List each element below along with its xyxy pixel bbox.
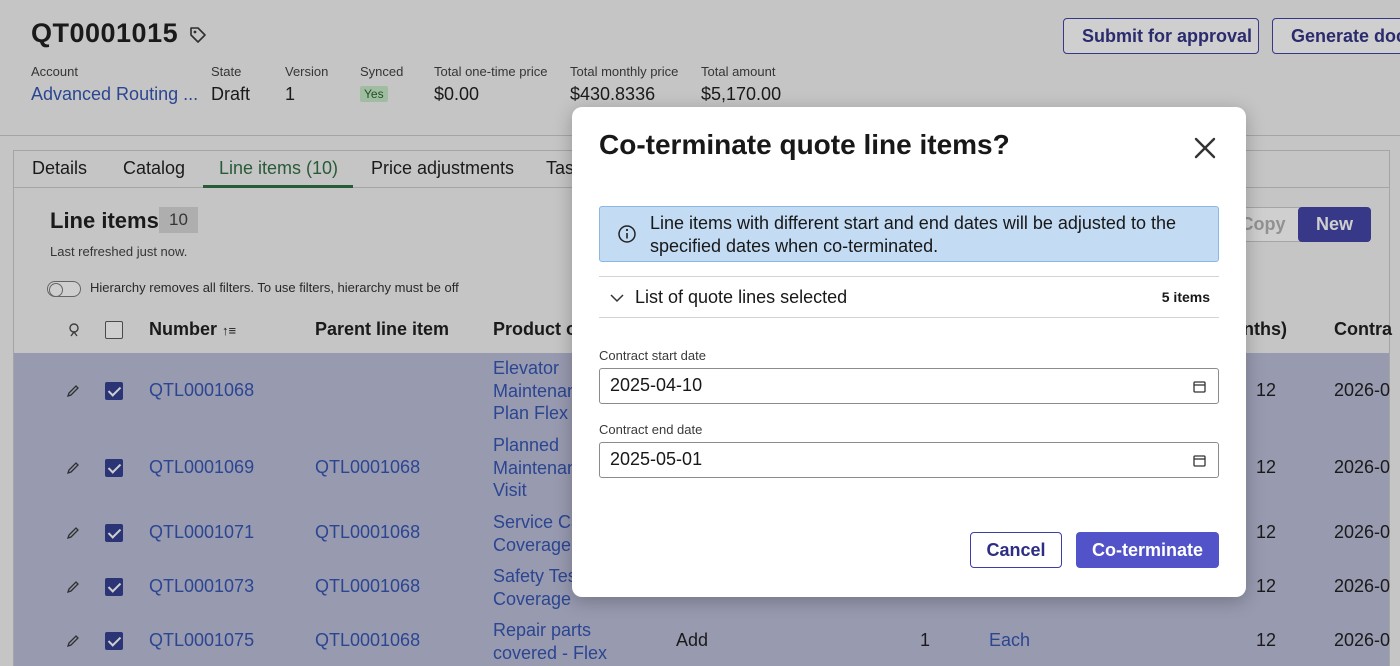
co-terminate-button[interactable]: Co-terminate bbox=[1076, 532, 1219, 568]
contract-end-date-value: 2025-05-01 bbox=[610, 449, 703, 469]
contract-start-date-label: Contract start date bbox=[599, 348, 706, 363]
info-icon bbox=[618, 225, 636, 243]
accordion-item-count: 5 items bbox=[1161, 289, 1210, 305]
calendar-icon[interactable] bbox=[1193, 380, 1206, 393]
contract-end-date-label: Contract end date bbox=[599, 422, 703, 437]
contract-start-date-value: 2025-04-10 bbox=[610, 375, 703, 395]
contract-start-date-field[interactable]: 2025-04-10 bbox=[599, 368, 1219, 404]
selected-quote-lines-accordion[interactable]: List of quote lines selected 5 items bbox=[599, 276, 1219, 318]
calendar-icon[interactable] bbox=[1193, 454, 1206, 467]
info-banner: Line items with different start and end … bbox=[599, 206, 1219, 262]
info-banner-text: Line items with different start and end … bbox=[650, 213, 1176, 256]
accordion-label: List of quote lines selected bbox=[635, 287, 848, 307]
chevron-down-icon bbox=[610, 294, 624, 303]
co-terminate-dialog: Co-terminate quote line items? Line item… bbox=[572, 107, 1246, 597]
cancel-button[interactable]: Cancel bbox=[970, 532, 1062, 568]
close-icon[interactable] bbox=[1192, 135, 1218, 161]
dialog-title: Co-terminate quote line items? bbox=[599, 129, 1010, 160]
contract-end-date-field[interactable]: 2025-05-01 bbox=[599, 442, 1219, 478]
